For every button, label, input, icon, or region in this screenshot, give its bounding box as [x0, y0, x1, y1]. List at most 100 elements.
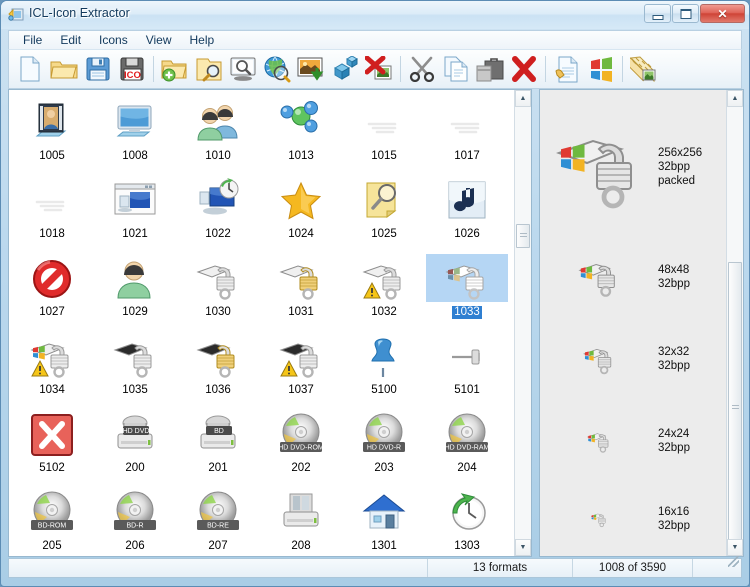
format-row[interactable]: 32x32 32bpp — [540, 320, 726, 398]
toolbar: ICO — [8, 49, 742, 89]
format-row[interactable]: 24x24 32bpp — [540, 402, 726, 480]
icon-grid-item[interactable]: HD DVD 200 — [94, 404, 176, 482]
toolbar-button-delete[interactable] — [507, 51, 541, 87]
menu-item-view[interactable]: View — [137, 31, 181, 49]
toolbar-button-open-library[interactable] — [47, 51, 81, 87]
icon-grid-item[interactable]: 1037 — [260, 326, 342, 404]
icon-grid-item[interactable]: BD 201 — [177, 404, 259, 482]
icon-grid-item[interactable]: 5100 — [343, 326, 425, 404]
format-row[interactable]: 256x256 32bpp packed — [540, 102, 726, 232]
icon-grid-item[interactable]: 1303 — [426, 482, 508, 556]
toolbar-button-properties[interactable] — [550, 51, 584, 87]
icon-grid-item[interactable]: 1024 — [260, 170, 342, 248]
icon-grid-pane: 1005 1008 1010 1013 1015 1017 1018 1021 1022 1024… — [8, 89, 532, 557]
icon-grid-item[interactable]: 1017 — [426, 92, 508, 170]
menu-item-edit[interactable]: Edit — [51, 31, 90, 49]
format-list-scrollbar[interactable]: ▲ ▼ — [726, 90, 743, 556]
menu-item-icons[interactable]: Icons — [90, 31, 137, 49]
drive-bd-icon: BD — [177, 410, 259, 458]
icon-grid-item[interactable]: 1026 — [426, 170, 508, 248]
toolbar-button-delete-image[interactable] — [362, 51, 396, 87]
toolbar-button-copy[interactable] — [439, 51, 473, 87]
icon-grid-scrollbar[interactable]: ▲ ▼ — [514, 90, 531, 556]
minimize-button[interactable] — [644, 4, 671, 23]
icon-grid-item[interactable]: 5101 — [426, 326, 508, 404]
folder-search-icon — [195, 56, 223, 82]
icon-grid-item-label: 1018 — [39, 228, 65, 240]
icon-grid-item[interactable]: 1033 — [426, 248, 508, 326]
icon-grid-item-label: 1024 — [288, 228, 314, 240]
close-button[interactable]: ✕ — [700, 4, 745, 23]
toolbar-button-preview-monitor[interactable] — [226, 51, 260, 87]
icon-grid-item[interactable]: 1032 — [343, 248, 425, 326]
icon-grid-item[interactable]: 5102 — [11, 404, 93, 482]
icon-grid-item-label: 1032 — [371, 306, 397, 318]
toolbar-button-search-web[interactable] — [260, 51, 294, 87]
format-scrollbar-thumb[interactable] — [728, 262, 742, 554]
icon-grid-item[interactable]: 1031 — [260, 248, 342, 326]
restore-button[interactable] — [672, 4, 699, 23]
icon-grid-item[interactable]: 1018 — [11, 170, 93, 248]
icon-grid-item[interactable]: 1035 — [94, 326, 176, 404]
toolbar-button-cut[interactable] — [405, 51, 439, 87]
faint-lines-icon — [343, 98, 425, 146]
disc-icon: HD DVD-RAM — [426, 410, 508, 458]
icon-grid-item[interactable]: 1027 — [11, 248, 93, 326]
scroll-down-arrow[interactable]: ▼ — [515, 539, 531, 556]
lock-gold-dark-icon — [177, 332, 259, 380]
format-scroll-down-arrow[interactable]: ▼ — [727, 539, 743, 556]
icon-grid-item[interactable]: HD DVD-R 203 — [343, 404, 425, 482]
icon-grid-item[interactable]: HD DVD-RAM 204 — [426, 404, 508, 482]
format-scroll-up-arrow[interactable]: ▲ — [727, 90, 743, 107]
scroll-up-arrow[interactable]: ▲ — [515, 90, 531, 107]
lock-windows-16-icon — [540, 510, 658, 528]
menu-item-file[interactable]: File — [14, 31, 51, 49]
toolbar-button-import-image[interactable] — [294, 51, 328, 87]
icon-grid-item[interactable]: 208 — [260, 482, 342, 556]
document-hand-icon — [554, 56, 580, 83]
toolbar-button-extract-objects[interactable] — [328, 51, 362, 87]
icon-grid-item[interactable]: 1008 — [94, 92, 176, 170]
icon-grid-item[interactable]: 1029 — [94, 248, 176, 326]
format-size: 48x48 — [658, 264, 690, 276]
icon-grid-item[interactable]: 1030 — [177, 248, 259, 326]
app-icon — [8, 7, 24, 23]
toolbar-button-add-folder[interactable] — [158, 51, 192, 87]
lock-windows-24-icon — [540, 428, 658, 454]
scrollbar-thumb[interactable] — [516, 224, 530, 248]
icon-grid-item[interactable]: BD-ROM 205 — [11, 482, 93, 556]
icon-grid-item-label: 203 — [374, 462, 394, 474]
lock-windows-32-icon — [540, 342, 658, 376]
format-details: 16x16 32bpp — [658, 505, 690, 533]
svg-text:BD-R: BD-R — [126, 523, 143, 530]
icon-grid-item[interactable]: 1301 — [343, 482, 425, 556]
format-row[interactable]: 16x16 32bpp — [540, 484, 726, 554]
icon-grid-item[interactable]: HD DVD-ROM 202 — [260, 404, 342, 482]
import-image-icon — [297, 56, 325, 82]
icon-grid-item[interactable]: 1013 — [260, 92, 342, 170]
toolbar-button-save-library[interactable] — [81, 51, 115, 87]
menu-item-help[interactable]: Help — [181, 31, 224, 49]
user-icon — [94, 254, 176, 302]
faint-lines-icon — [426, 98, 508, 146]
menu-bar: File Edit Icons View Help — [8, 30, 742, 49]
icon-grid-item[interactable]: BD-R 206 — [94, 482, 176, 556]
icon-grid-item-label: 1010 — [205, 150, 231, 162]
pushpin-blue-icon — [343, 332, 425, 380]
icon-grid-item[interactable]: 1005 — [11, 92, 93, 170]
toolbar-button-paste[interactable] — [473, 51, 507, 87]
icon-grid-item[interactable]: 1036 — [177, 326, 259, 404]
icon-grid-item[interactable]: 1034 — [11, 326, 93, 404]
toolbar-button-search-folder[interactable] — [192, 51, 226, 87]
icon-grid-item[interactable]: 1022 — [177, 170, 259, 248]
format-row[interactable]: 48x48 32bpp — [540, 238, 726, 316]
icon-grid-item[interactable]: 1021 — [94, 170, 176, 248]
icon-grid-item[interactable]: BD-RE 207 — [177, 482, 259, 556]
icon-grid-item[interactable]: 1010 — [177, 92, 259, 170]
toolbar-button-windows-icons[interactable] — [584, 51, 618, 87]
toolbar-button-save-as-ico[interactable]: ICO — [115, 51, 149, 87]
toolbar-button-resize-image[interactable] — [627, 51, 661, 87]
icon-grid-item[interactable]: 1015 — [343, 92, 425, 170]
icon-grid-item[interactable]: 1025 — [343, 170, 425, 248]
toolbar-button-new-icon-library[interactable] — [13, 51, 47, 87]
